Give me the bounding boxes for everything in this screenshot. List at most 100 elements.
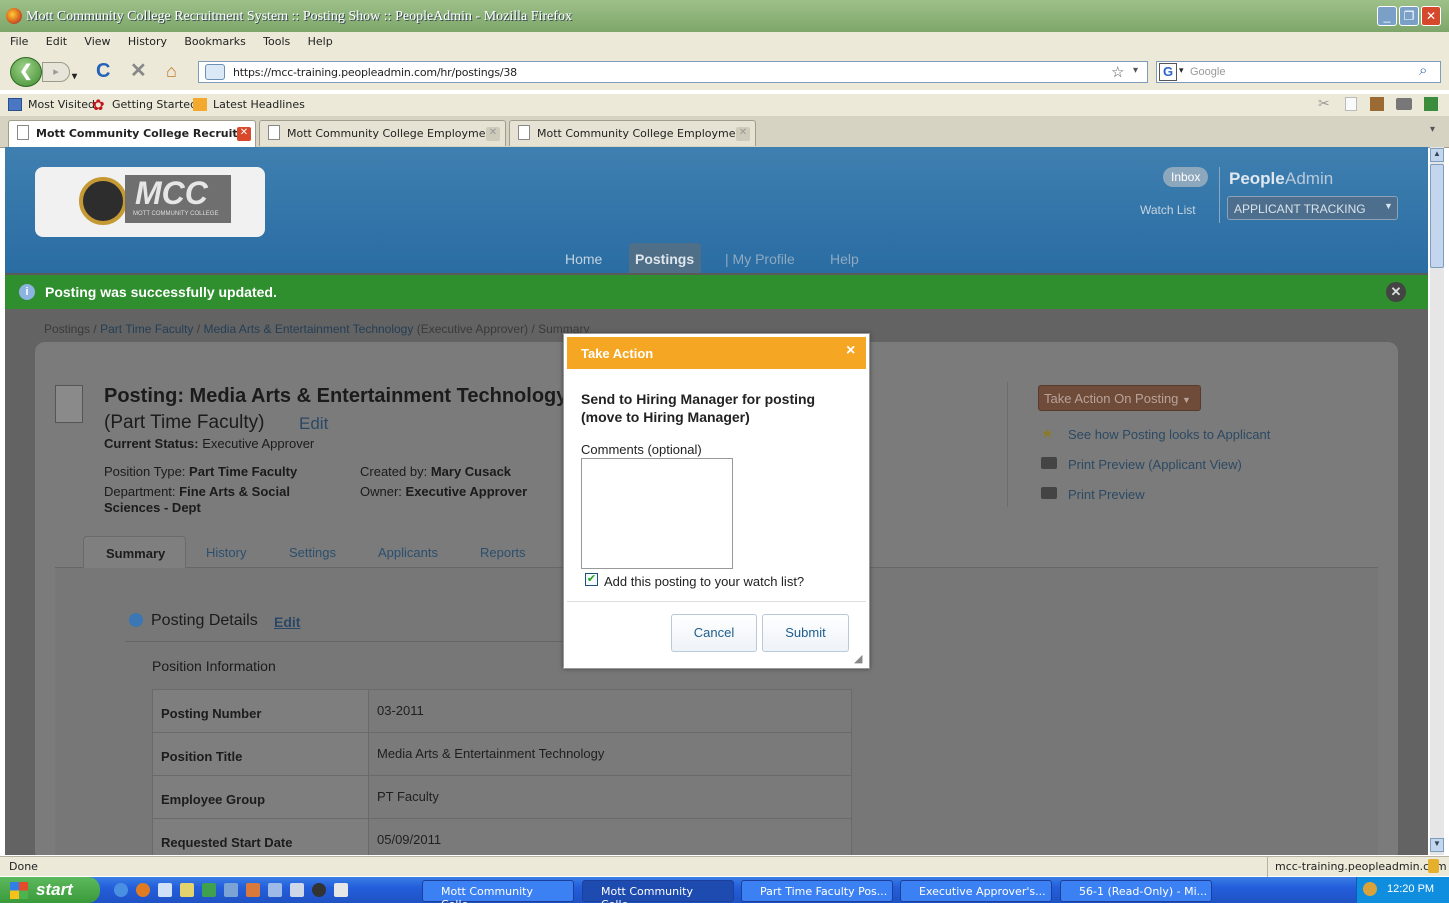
close-tab-icon[interactable]: ✕ bbox=[736, 127, 750, 141]
url-dropdown-icon[interactable]: ▾ bbox=[1133, 65, 1138, 76]
menu-bookmarks[interactable]: Bookmarks bbox=[184, 32, 245, 52]
app-icon[interactable] bbox=[224, 883, 238, 897]
taskbar-item-active[interactable]: Mott Community Colle... bbox=[582, 880, 734, 911]
tab-reports[interactable]: Reports bbox=[480, 545, 526, 560]
breadcrumb-part-time-faculty[interactable]: Part Time Faculty bbox=[100, 322, 193, 336]
app-icon[interactable] bbox=[180, 883, 194, 897]
app-icon[interactable] bbox=[268, 883, 282, 897]
copy-icon[interactable] bbox=[1345, 97, 1357, 111]
breadcrumb-posting[interactable]: Media Arts & Entertainment Technology bbox=[203, 322, 413, 336]
print-preview-link[interactable]: Print Preview bbox=[1068, 487, 1145, 502]
details-edit-link[interactable]: Edit bbox=[274, 614, 300, 630]
home-icon[interactable]: ⌂ bbox=[166, 60, 177, 82]
row-label: Employee Group bbox=[152, 775, 369, 819]
back-button[interactable]: ❮ bbox=[10, 57, 42, 87]
forward-button[interactable]: ▸ bbox=[42, 62, 70, 82]
tab-employment-2[interactable]: Mott Community College Employment ✕ bbox=[509, 120, 756, 146]
app-icon[interactable] bbox=[246, 883, 260, 897]
paste-icon[interactable] bbox=[1370, 97, 1384, 111]
minimize-button[interactable]: _ bbox=[1377, 6, 1397, 26]
menu-file[interactable]: File bbox=[10, 32, 28, 52]
inbox-button[interactable]: Inbox bbox=[1163, 167, 1209, 187]
tab-recruitment[interactable]: Mott Community College Recruit... ✕ bbox=[8, 120, 256, 148]
calculator-icon[interactable] bbox=[334, 883, 348, 897]
menu-history[interactable]: History bbox=[128, 32, 167, 52]
close-tab-icon[interactable]: ✕ bbox=[486, 127, 500, 141]
ie-icon[interactable] bbox=[114, 883, 128, 897]
firefox-icon[interactable] bbox=[136, 883, 150, 897]
scroll-down-icon[interactable]: ▼ bbox=[1430, 838, 1444, 852]
taskbar-item[interactable]: Part Time Faculty Pos... bbox=[741, 880, 893, 902]
print-icon bbox=[1041, 457, 1057, 469]
system-tray: 12:20 PM bbox=[1356, 877, 1449, 903]
table-row: Position Title Media Arts & Entertainment… bbox=[152, 732, 852, 776]
lock-icon[interactable] bbox=[1428, 859, 1439, 873]
taskbar-item[interactable]: Mott Community Colle... bbox=[422, 880, 574, 911]
nav-postings-tab[interactable]: Postings bbox=[629, 243, 701, 273]
menu-edit[interactable]: Edit bbox=[46, 32, 67, 52]
tab-summary[interactable]: Summary bbox=[83, 536, 186, 568]
google-icon[interactable]: G bbox=[1159, 63, 1177, 81]
comments-textarea[interactable] bbox=[581, 458, 733, 569]
tray-icon[interactable] bbox=[1363, 882, 1377, 896]
see-how-link[interactable]: See how Posting looks to Applicant bbox=[1068, 427, 1270, 442]
posting-edit-link[interactable]: Edit bbox=[299, 414, 328, 434]
bookmark-latest-headlines[interactable]: Latest Headlines bbox=[213, 98, 305, 111]
row-label: Posting Number bbox=[152, 689, 369, 733]
breadcrumb-root[interactable]: Postings bbox=[44, 322, 90, 336]
word-icon[interactable] bbox=[290, 883, 304, 897]
menu-tools[interactable]: Tools bbox=[263, 32, 290, 52]
tab-applicants[interactable]: Applicants bbox=[378, 545, 438, 560]
department-label: Department: bbox=[104, 484, 176, 499]
close-tab-icon[interactable]: ✕ bbox=[237, 127, 251, 141]
resize-handle-icon[interactable]: ◢ bbox=[854, 652, 862, 665]
nav-my-profile[interactable]: | My Profile bbox=[725, 251, 795, 267]
position-info-table: Posting Number 03-2011 Position Title Medi… bbox=[152, 689, 852, 855]
search-icon[interactable]: ⌕ bbox=[1419, 62, 1427, 79]
close-flash-icon[interactable]: ✕ bbox=[1386, 282, 1406, 302]
cancel-button[interactable]: Cancel bbox=[671, 614, 757, 652]
nav-postings: Postings bbox=[635, 251, 695, 267]
submit-button[interactable]: Submit bbox=[762, 614, 849, 652]
dialog-divider bbox=[567, 601, 866, 602]
list-all-tabs-icon[interactable]: ▾ bbox=[1430, 124, 1435, 135]
menu-help[interactable]: Help bbox=[308, 32, 333, 52]
flash-text: Posting was successfully updated. bbox=[45, 284, 277, 300]
engine-dropdown-icon[interactable]: ▾ bbox=[1179, 65, 1184, 76]
print-preview-applicant-link[interactable]: Print Preview (Applicant View) bbox=[1068, 457, 1242, 472]
scroll-up-icon[interactable]: ▲ bbox=[1430, 148, 1444, 162]
reload-icon[interactable]: C bbox=[96, 60, 110, 82]
bookmark-star-icon[interactable]: ☆ bbox=[1111, 63, 1124, 81]
module-select[interactable]: APPLICANT TRACKING ▼ bbox=[1227, 196, 1398, 220]
scrollbar-thumb[interactable] bbox=[1430, 164, 1444, 268]
department-value: Fine Arts & Social bbox=[179, 484, 290, 499]
taskbar-item[interactable]: Executive Approver's... bbox=[900, 880, 1052, 902]
history-dropdown-icon[interactable]: ▾ bbox=[72, 66, 77, 88]
excel-icon[interactable] bbox=[202, 883, 216, 897]
taskbar-item[interactable]: 56-1 (Read-Only) - Mi... bbox=[1060, 880, 1212, 902]
nav-home[interactable]: Home bbox=[565, 251, 602, 267]
dialog-close-icon[interactable]: × bbox=[846, 342, 855, 360]
maximize-button[interactable]: ❐ bbox=[1399, 6, 1419, 26]
tab-label: Mott Community College Employment bbox=[537, 127, 747, 140]
bookmark-getting-started[interactable]: Getting Started bbox=[112, 98, 197, 111]
app-icon[interactable] bbox=[312, 883, 326, 897]
new-window-icon[interactable] bbox=[1424, 97, 1438, 111]
address-bar[interactable]: https://mcc-training.peopleadmin.com/hr/… bbox=[198, 61, 1148, 83]
watch-checkbox[interactable]: ✔ bbox=[585, 573, 598, 586]
tab-settings[interactable]: Settings bbox=[289, 545, 336, 560]
nav-help[interactable]: Help bbox=[830, 251, 859, 267]
getting-started-icon: ✿ bbox=[92, 97, 105, 114]
tab-employment-1[interactable]: Mott Community College Employment ✕ bbox=[259, 120, 506, 146]
stop-icon[interactable]: ✕ bbox=[130, 60, 147, 82]
close-window-button[interactable]: ✕ bbox=[1421, 6, 1441, 26]
watch-list-link[interactable]: Watch List bbox=[1140, 203, 1196, 217]
bookmark-most-visited[interactable]: Most Visited bbox=[28, 98, 95, 111]
desktop-icon[interactable] bbox=[158, 883, 172, 897]
print-icon[interactable] bbox=[1396, 98, 1412, 110]
cut-icon[interactable]: ✂ bbox=[1318, 95, 1330, 112]
tab-history[interactable]: History bbox=[206, 545, 246, 560]
menu-view[interactable]: View bbox=[84, 32, 110, 52]
search-box[interactable]: G ▾ Google ⌕ bbox=[1156, 61, 1441, 83]
take-action-button[interactable]: Take Action On Posting ▼ bbox=[1038, 385, 1201, 411]
